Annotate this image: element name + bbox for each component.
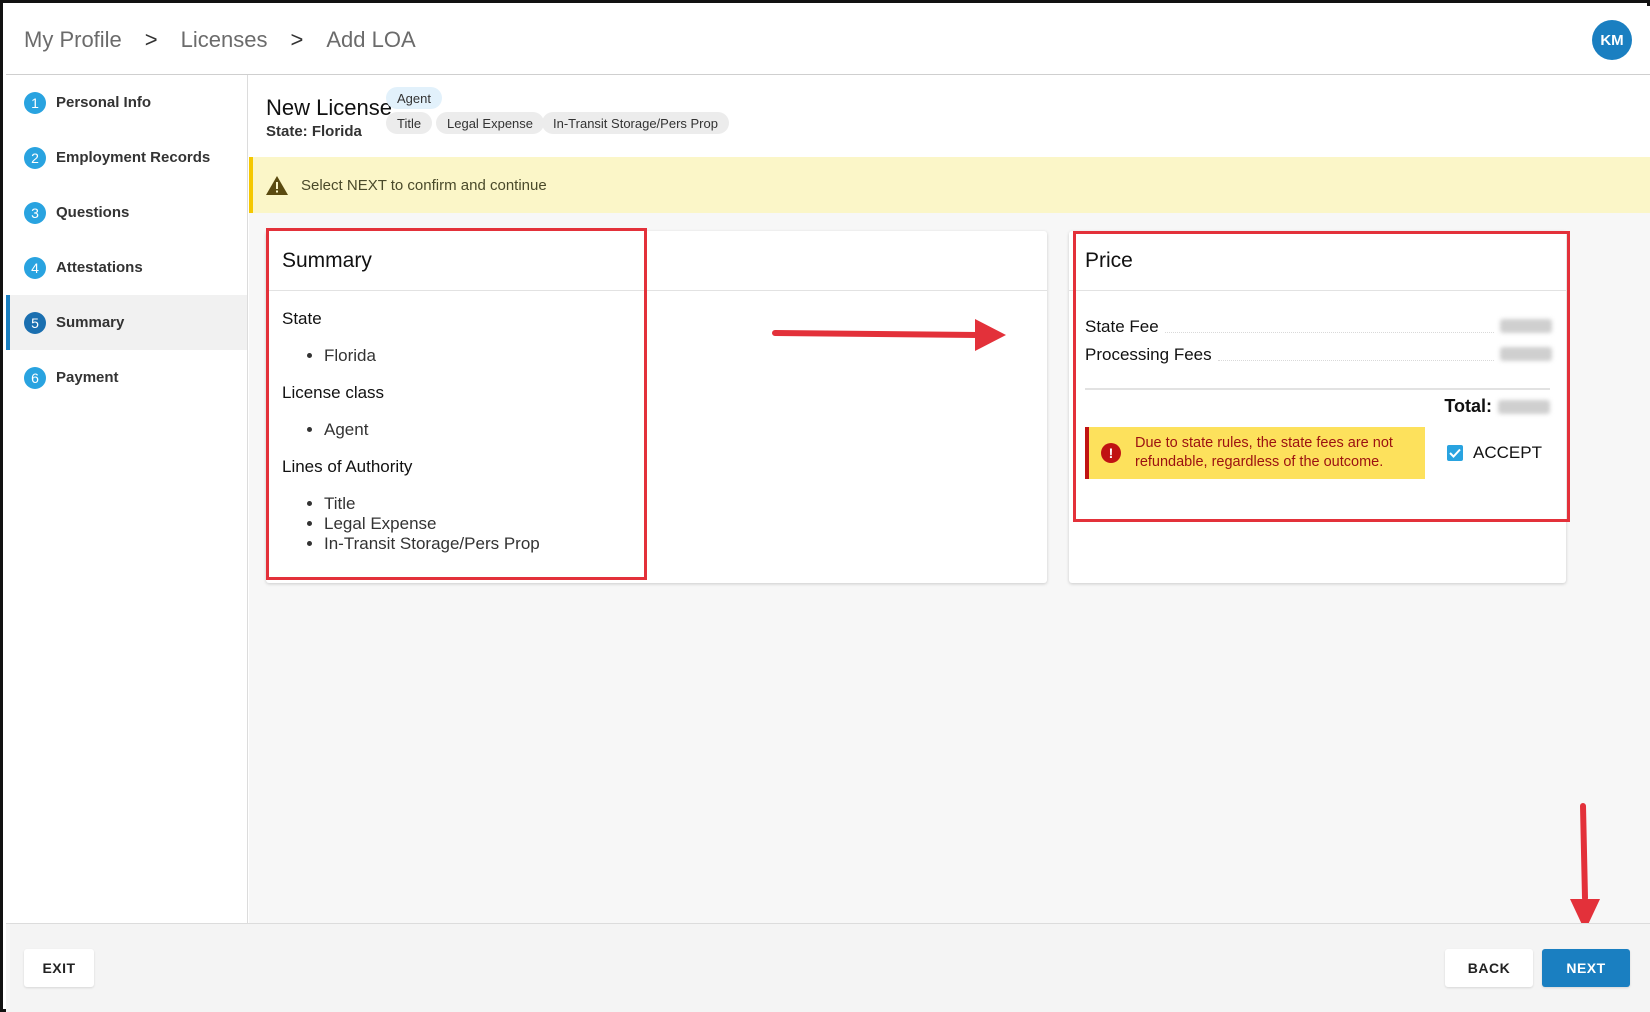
footer-bar: EXIT BACK NEXT [6,923,1650,1012]
app-window: My Profile > Licenses > Add LOA KM 1 Per… [0,0,1650,1012]
next-button[interactable]: NEXT [1542,949,1630,987]
back-button[interactable]: BACK [1445,949,1533,987]
exit-button[interactable]: EXIT [24,949,94,987]
annotation-arrows [772,319,1600,931]
